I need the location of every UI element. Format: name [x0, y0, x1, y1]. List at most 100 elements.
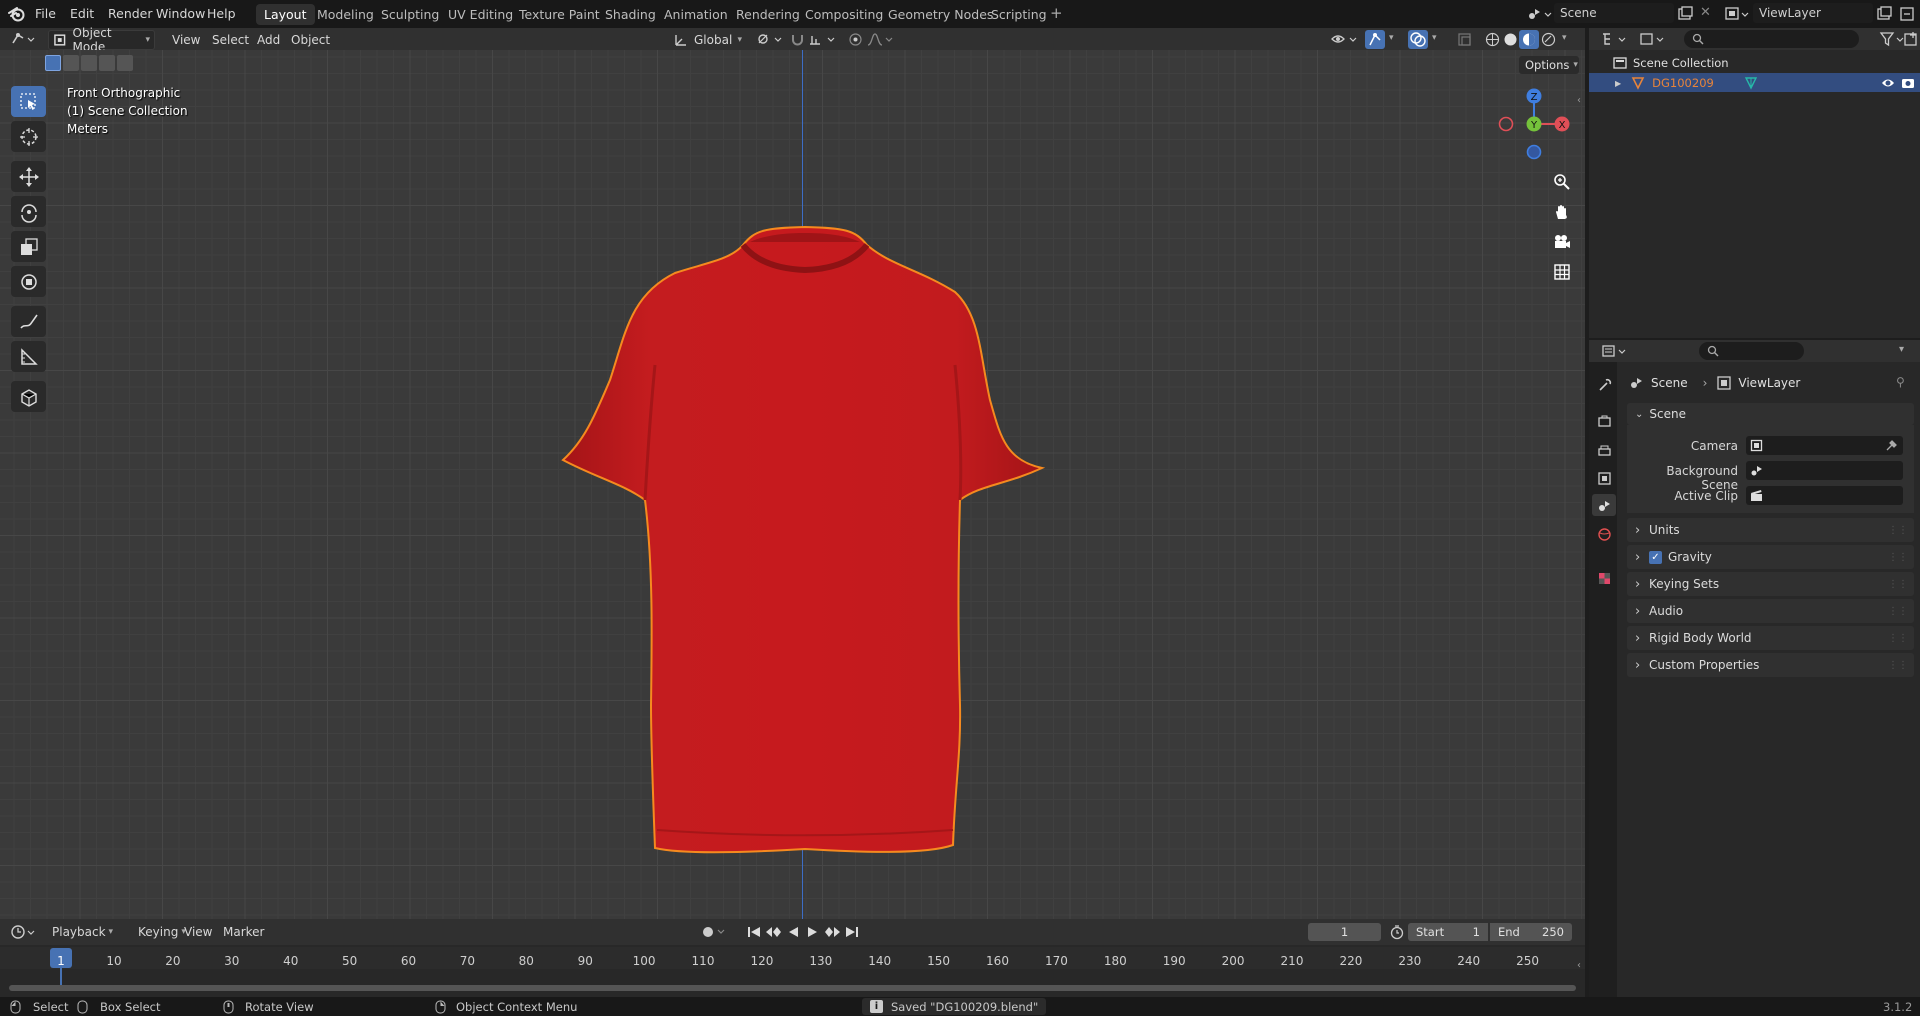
pin-icon[interactable]: ⚲	[1896, 375, 1905, 389]
outliner-row-scene-collection[interactable]: Scene Collection	[1613, 54, 1729, 72]
zoom-button[interactable]	[1548, 168, 1576, 196]
snap-icon[interactable]	[790, 32, 805, 47]
tab-layout[interactable]: Layout	[256, 4, 315, 25]
neg-z-axis-handle[interactable]	[1526, 144, 1542, 160]
select-invert-icon[interactable]	[99, 55, 115, 71]
menu-help[interactable]: Help	[207, 6, 236, 21]
status-report[interactable]: i Saved "DG100209.blend"	[862, 998, 1047, 1015]
tab-compositing[interactable]: Compositing	[797, 4, 891, 25]
projection-toggle-button[interactable]	[1548, 258, 1576, 286]
tab-texture-paint[interactable]: Texture Paint	[511, 4, 608, 25]
rotate-tool[interactable]	[11, 196, 46, 227]
viewlayer-name-field[interactable]: ViewLayer	[1753, 3, 1873, 23]
drag-handle-icon[interactable]: ⋮⋮	[1888, 633, 1908, 644]
camera-field[interactable]	[1746, 436, 1903, 455]
add-workspace-icon[interactable]: +	[1050, 4, 1063, 22]
gizmo-toggle-button[interactable]	[1365, 30, 1385, 49]
viewlayer-selector-icon[interactable]	[1724, 5, 1752, 23]
camera-view-button[interactable]	[1548, 228, 1576, 256]
outliner-editor-type-icon[interactable]	[1601, 31, 1629, 47]
chevron-down-icon[interactable]: ▾	[1562, 33, 1567, 43]
tshirt-mesh[interactable]	[555, 185, 1055, 865]
gravity-checkbox[interactable]: ✓	[1649, 550, 1662, 564]
timeline-menu-view[interactable]: View	[180, 923, 216, 941]
scene-panel-header[interactable]: ⌄ Scene	[1627, 403, 1914, 425]
current-frame-field[interactable]: 1	[1308, 923, 1381, 941]
scene-properties-tab[interactable]	[1595, 496, 1613, 514]
timeline-sidebar-toggle-icon[interactable]: ‹	[1577, 960, 1581, 971]
orientation-dropdown[interactable]: Global ▾	[670, 31, 746, 49]
menu-render[interactable]: Render	[108, 6, 153, 21]
active-clip-field[interactable]	[1746, 486, 1903, 505]
view-layer-properties-tab[interactable]	[1595, 469, 1613, 487]
measure-tool[interactable]	[11, 341, 46, 372]
chevron-down-icon[interactable]: ▾	[1899, 344, 1904, 355]
remove-scene-icon[interactable]: ✕	[1700, 5, 1711, 20]
play-icon[interactable]	[803, 925, 821, 939]
tab-uv-editing[interactable]: UV Editing	[440, 4, 521, 25]
new-viewlayer-icon[interactable]	[1875, 5, 1893, 23]
menu-add[interactable]: Add	[253, 31, 284, 49]
panel-rigid-body-world[interactable]: › Rigid Body World ⋮⋮	[1627, 626, 1914, 650]
chevron-down-icon[interactable]: ▾	[1389, 33, 1394, 43]
eye-icon[interactable]	[1881, 76, 1895, 90]
outliner-row-object[interactable]: ▶ DG100209	[1615, 74, 1915, 92]
timeline-scrollbar[interactable]	[9, 985, 1576, 991]
end-frame-field[interactable]: End 250	[1490, 923, 1572, 941]
add-cube-tool[interactable]	[11, 381, 46, 412]
expand-arrow-icon[interactable]: ▶	[1615, 79, 1621, 88]
select-subtract-icon[interactable]	[81, 55, 97, 71]
blender-logo-icon[interactable]	[8, 5, 26, 23]
world-properties-tab[interactable]	[1595, 525, 1613, 543]
remove-viewlayer-icon[interactable]	[1898, 5, 1916, 23]
tab-sculpting[interactable]: Sculpting	[373, 4, 447, 25]
xray-icon[interactable]	[1457, 32, 1472, 47]
annotate-tool[interactable]	[11, 306, 46, 337]
timeline-menu-marker[interactable]: Marker	[219, 923, 268, 941]
select-intersect-icon[interactable]	[117, 55, 133, 71]
properties-editor-type-icon[interactable]	[1601, 343, 1629, 359]
3d-viewport[interactable]: Options ▾ Front Orthographic (1) Scene C…	[0, 50, 1585, 919]
jump-end-icon[interactable]	[843, 925, 861, 939]
wireframe-shading-icon[interactable]	[1485, 32, 1500, 47]
solid-shading-icon[interactable]	[1503, 32, 1518, 47]
tab-scripting[interactable]: Scripting	[983, 4, 1055, 25]
panel-units[interactable]: › Units ⋮⋮	[1627, 518, 1914, 542]
tool-properties-tab[interactable]	[1595, 376, 1613, 394]
scale-tool[interactable]	[11, 231, 46, 262]
menu-select[interactable]: Select	[208, 31, 253, 49]
navigation-gizmo[interactable]: Z X Y	[1494, 84, 1574, 164]
tab-rendering[interactable]: Rendering	[728, 4, 808, 25]
eyedropper-icon[interactable]	[1885, 439, 1898, 452]
start-frame-field[interactable]: Start 1	[1408, 923, 1488, 941]
panel-gravity[interactable]: › ✓ Gravity ⋮⋮	[1627, 545, 1914, 569]
jump-keyframe-back-icon[interactable]	[763, 925, 785, 939]
proportional-edit-icon[interactable]	[848, 32, 863, 47]
jump-keyframe-forward-icon[interactable]	[821, 925, 843, 939]
mode-dropdown[interactable]: Object Mode ▾	[48, 26, 155, 54]
move-tool[interactable]	[11, 161, 46, 192]
drag-handle-icon[interactable]: ⋮⋮	[1888, 525, 1908, 536]
tab-shading[interactable]: Shading	[597, 4, 664, 25]
new-collection-icon[interactable]	[1903, 31, 1919, 47]
menu-object[interactable]: Object	[287, 31, 334, 49]
preview-range-icon[interactable]	[1389, 924, 1405, 940]
timeline-editor-type-icon[interactable]	[10, 924, 38, 940]
drag-handle-icon[interactable]: ⋮⋮	[1888, 606, 1908, 617]
sidebar-toggle-icon[interactable]: ‹	[1577, 95, 1581, 106]
render-properties-tab[interactable]	[1595, 412, 1613, 430]
panel-keying-sets[interactable]: › Keying Sets ⋮⋮	[1627, 572, 1914, 596]
editor-type-icon[interactable]	[10, 31, 38, 47]
menu-view[interactable]: View	[168, 31, 204, 49]
display-mode-icon[interactable]	[1639, 31, 1667, 47]
drag-handle-icon[interactable]: ⋮⋮	[1888, 552, 1908, 563]
drag-handle-icon[interactable]: ⋮⋮	[1888, 660, 1908, 671]
snap-target-icon[interactable]	[808, 32, 838, 47]
falloff-icon[interactable]	[866, 32, 896, 47]
neg-x-axis-handle[interactable]	[1498, 116, 1514, 132]
autokey-record-icon[interactable]	[700, 925, 728, 939]
pivot-point-icon[interactable]	[755, 32, 785, 47]
jump-start-icon[interactable]	[745, 925, 763, 939]
menu-edit[interactable]: Edit	[70, 6, 94, 21]
menu-window[interactable]: Window	[156, 6, 205, 21]
